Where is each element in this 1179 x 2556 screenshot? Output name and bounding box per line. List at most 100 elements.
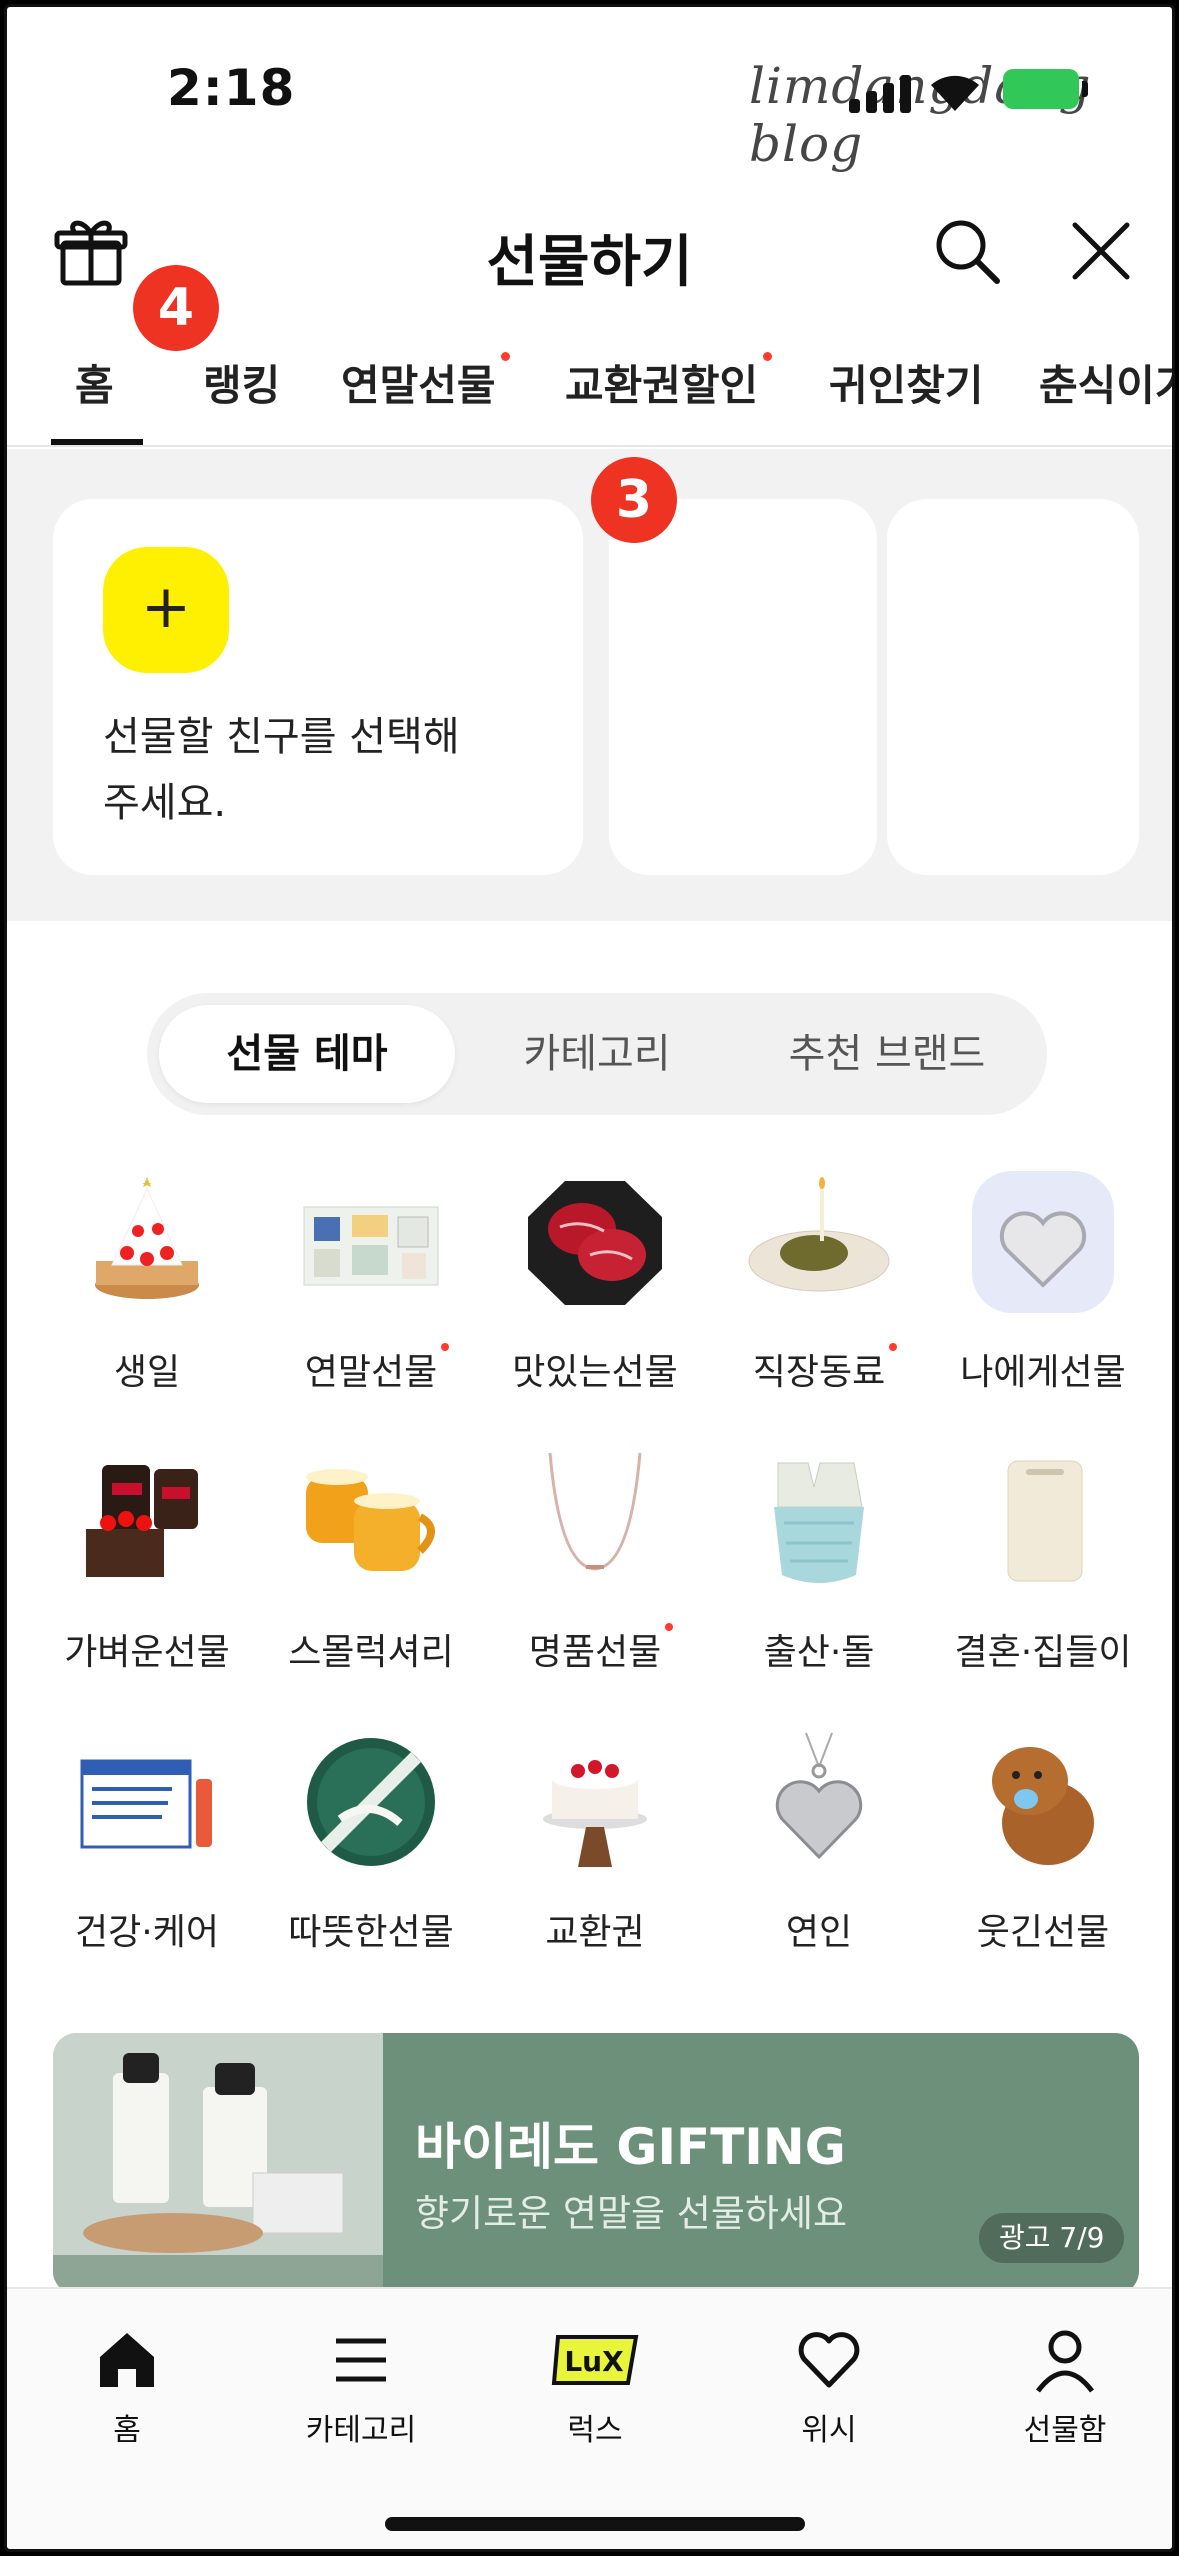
- theme-label: 건강·케어: [75, 1912, 219, 1953]
- step-badge-friends: 3: [591, 457, 677, 543]
- nav-category[interactable]: 카테고리: [271, 2325, 451, 2449]
- status-time: 2:18: [167, 59, 296, 117]
- nav-label: 홈: [113, 2413, 141, 2448]
- new-dot: [665, 1623, 674, 1631]
- close-icon[interactable]: [1061, 211, 1141, 291]
- meat-icon: [528, 1181, 662, 1305]
- theme-warm-gift[interactable]: 따뜻한선물: [261, 1727, 481, 1955]
- theme-luxury-gift[interactable]: 명품선물: [485, 1447, 705, 1675]
- theme-segment-control: 선물 테마 카테고리 추천 브랜드: [147, 993, 1047, 1115]
- segment-brand[interactable]: 추천 브랜드: [737, 1005, 1037, 1103]
- search-icon[interactable]: [927, 211, 1007, 291]
- person-icon: [1036, 2330, 1094, 2393]
- theme-label: 웃긴선물: [976, 1912, 1110, 1953]
- theme-label: 연말선물: [305, 1343, 450, 1395]
- segment-gift-theme[interactable]: 선물 테마: [159, 1005, 455, 1103]
- theme-year-end-gift[interactable]: 연말선물: [261, 1167, 481, 1395]
- select-friend-card[interactable]: + 선물할 친구를 선택해 주세요.: [53, 499, 583, 875]
- nav-home[interactable]: 홈: [37, 2325, 217, 2449]
- friend-picker-section: + 선물할 친구를 선택해 주세요.: [7, 449, 1172, 921]
- add-friend-plus-icon[interactable]: +: [103, 547, 229, 673]
- theme-label: 교환권: [545, 1912, 645, 1953]
- theme-light-gift[interactable]: 가벼운선물: [37, 1447, 257, 1675]
- home-icon: [100, 2333, 154, 2387]
- step-badge-tabs: 4: [133, 265, 219, 351]
- nav-label: 선물함: [1023, 2413, 1107, 2448]
- necklace-icon: [548, 1452, 642, 1571]
- nav-label: 카테고리: [305, 2413, 417, 2448]
- tin-box-icon: [307, 1738, 435, 1866]
- tab-choonsik[interactable]: 춘식이가: [1039, 352, 1172, 413]
- theme-voucher[interactable]: 교환권: [485, 1727, 705, 1955]
- theme-baby[interactable]: 출산·돌: [709, 1447, 929, 1675]
- appliance-icon: [1007, 1460, 1083, 1582]
- mugs-icon: [306, 1469, 435, 1571]
- cake-icon: [95, 1177, 199, 1299]
- theme-label: 명품선물: [529, 1623, 674, 1675]
- cellular-signal-icon: [849, 73, 915, 113]
- new-dot: [889, 1343, 898, 1351]
- theme-lover[interactable]: 연인: [709, 1727, 929, 1955]
- theme-label: 결혼·집들이: [954, 1632, 1132, 1673]
- friend-card-empty[interactable]: [887, 499, 1139, 875]
- theme-label: 맛있는선물: [512, 1352, 678, 1393]
- theme-label: 따뜻한선물: [288, 1912, 454, 1953]
- status-bar: 2:18 limdangdang blog: [7, 7, 1172, 173]
- theme-wedding-housewarming[interactable]: 결혼·집들이: [933, 1447, 1153, 1675]
- heart-icon: [798, 2332, 860, 2388]
- tab-home[interactable]: 홈: [75, 352, 114, 413]
- theme-label: 가벼운선물: [64, 1632, 230, 1673]
- nav-wish[interactable]: 위시: [739, 2325, 919, 2449]
- dessert-plate-icon: [748, 1177, 890, 1292]
- new-dot: [763, 352, 773, 361]
- new-dot: [500, 352, 510, 361]
- theme-label: 직장동료: [753, 1343, 898, 1395]
- gift-set-icon: [303, 1206, 439, 1286]
- theme-label: 스몰럭셔리: [288, 1632, 454, 1673]
- theme-coworker[interactable]: 직장동료: [709, 1167, 929, 1395]
- theme-label: 나에게선물: [960, 1352, 1126, 1393]
- theme-label: 출산·돌: [763, 1632, 875, 1673]
- segment-category[interactable]: 카테고리: [467, 1005, 727, 1103]
- theme-self-gift[interactable]: 나에게선물: [933, 1167, 1153, 1395]
- battery-icon: [1003, 69, 1088, 109]
- capybara-icon: [992, 1747, 1094, 1865]
- banner-title: 바이레도 GIFTING: [415, 2118, 846, 2176]
- theme-small-luxury[interactable]: 스몰럭셔리: [261, 1447, 481, 1675]
- tab-ranking[interactable]: 랭킹: [203, 352, 280, 413]
- silver-heart-icon: [775, 1732, 863, 1860]
- ad-banner[interactable]: 바이레도 GIFTING 향기로운 연말을 선물하세요 광고 7/9: [53, 2033, 1139, 2295]
- theme-funny-gift[interactable]: 웃긴선물: [933, 1727, 1153, 1955]
- lux-icon: LuX: [551, 2335, 639, 2385]
- cake-stand-icon: [543, 1760, 647, 1867]
- theme-health-care[interactable]: 건강·케어: [37, 1727, 257, 1955]
- coffee-cake-icon: [86, 1465, 198, 1577]
- app-screen: 2:18 limdangdang blog 선물하기 4 홈 랭킹 연말선물 교…: [4, 4, 1175, 2552]
- banner-ad-pager: 광고 7/9: [979, 2213, 1125, 2263]
- banner-subtitle: 향기로운 연말을 선물하세요: [415, 2192, 848, 2235]
- theme-delicious-gift[interactable]: 맛있는선물: [485, 1167, 705, 1395]
- theme-label: 생일: [113, 1352, 181, 1393]
- friend-card-empty[interactable]: [609, 499, 877, 875]
- nav-lux[interactable]: LuX 럭스: [505, 2325, 685, 2449]
- new-dot: [441, 1343, 450, 1351]
- select-friend-prompt: 선물할 친구를 선택해 주세요.: [103, 714, 460, 826]
- heart-pendant-icon: [972, 1171, 1114, 1313]
- tab-voucher-sale[interactable]: 교환권할인: [565, 352, 773, 413]
- svg-text:LuX: LuX: [564, 2345, 624, 2378]
- theme-label: 연인: [785, 1912, 853, 1953]
- nav-label: 럭스: [567, 2413, 623, 2448]
- baby-clothes-icon: [774, 1462, 864, 1583]
- perfume-product-image: [53, 2033, 383, 2295]
- active-tab-indicator: [51, 439, 143, 445]
- tab-year-end[interactable]: 연말선물: [341, 352, 510, 413]
- theme-birthday[interactable]: 생일: [37, 1167, 257, 1395]
- wifi-icon: [931, 75, 979, 111]
- menu-icon: [336, 2338, 386, 2382]
- nav-label: 위시: [801, 2413, 857, 2448]
- bottom-navigation: 홈 카테고리 LuX 럭스 위시 선물함: [7, 2287, 1172, 2549]
- tab-gwiin[interactable]: 귀인찾기: [829, 352, 984, 413]
- home-indicator: [385, 2517, 805, 2531]
- supplement-icon: [80, 1759, 212, 1849]
- nav-giftbox[interactable]: 선물함: [975, 2325, 1155, 2449]
